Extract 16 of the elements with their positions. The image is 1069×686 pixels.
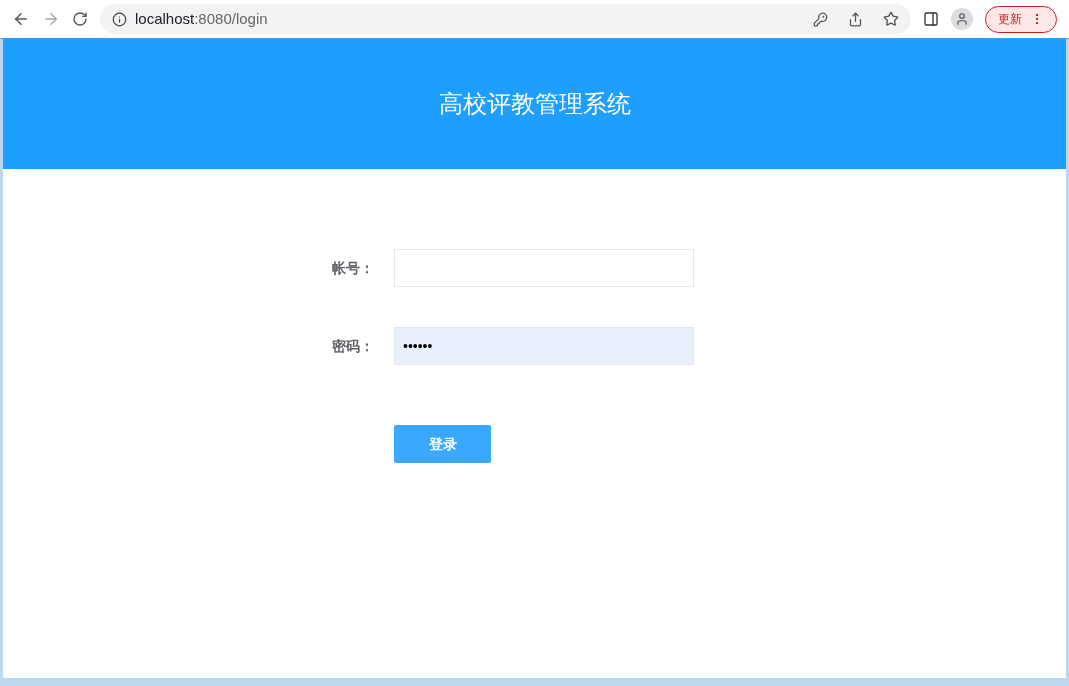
side-panel-icon[interactable] <box>923 11 939 27</box>
share-icon[interactable] <box>848 11 863 27</box>
info-icon[interactable] <box>112 11 127 27</box>
back-icon[interactable] <box>12 10 30 28</box>
url-text: localhost:8080/login <box>135 8 269 29</box>
input-field[interactable] <box>394 249 694 287</box>
field-label: 密码： <box>332 336 375 356</box>
field-label: 帐号： <box>332 258 375 278</box>
reload-icon[interactable] <box>72 11 88 27</box>
input-field[interactable]: •••••• <box>394 327 694 365</box>
system-title: 高校评教管理系统 <box>438 89 631 119</box>
address-bar[interactable]: localhost:8080/login <box>100 4 911 34</box>
key-icon[interactable] <box>813 11 828 27</box>
profile-avatar[interactable] <box>951 8 973 30</box>
star-icon[interactable] <box>883 11 899 27</box>
update-button[interactable]: 更新 <box>985 5 1057 33</box>
